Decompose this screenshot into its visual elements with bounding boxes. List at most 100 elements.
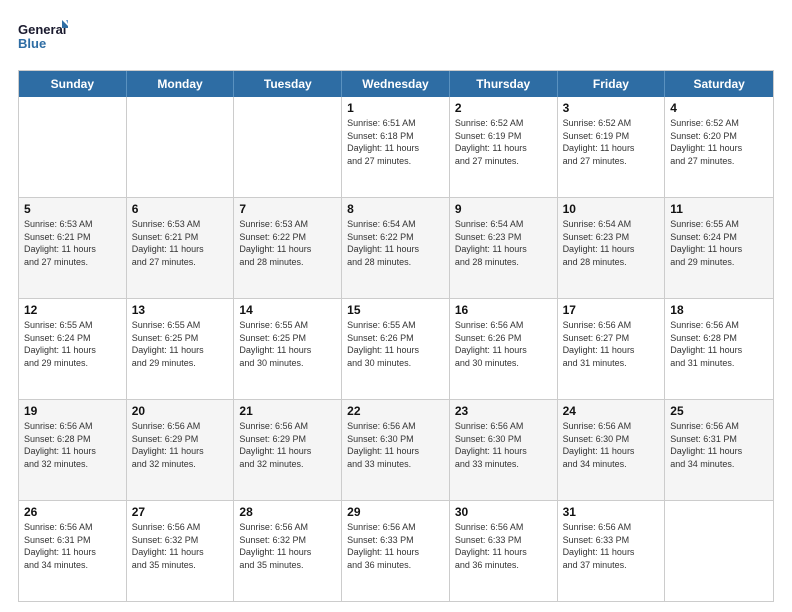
- day-number: 17: [563, 303, 660, 317]
- day-number: 23: [455, 404, 552, 418]
- cal-cell: [127, 97, 235, 197]
- day-info: Sunrise: 6:55 AM Sunset: 6:24 PM Dayligh…: [24, 319, 121, 369]
- cal-row-4: 26 Sunrise: 6:56 AM Sunset: 6:31 PM Dayli…: [19, 500, 773, 601]
- cal-cell: 30 Sunrise: 6:56 AM Sunset: 6:33 PM Dayli…: [450, 501, 558, 601]
- day-info: Sunrise: 6:53 AM Sunset: 6:21 PM Dayligh…: [24, 218, 121, 268]
- cal-row-2: 12Sunrise: 6:55 AM Sunset: 6:24 PM Dayli…: [19, 298, 773, 399]
- day-number: 3: [563, 101, 660, 115]
- cal-cell: 27Sunrise: 6:56 AM Sunset: 6:32 PM Dayli…: [127, 501, 235, 601]
- header-day-friday: Friday: [558, 71, 666, 97]
- cal-cell: 20 Sunrise: 6:56 AM Sunset: 6:29 PM Dayli…: [127, 400, 235, 500]
- svg-text:Blue: Blue: [18, 36, 46, 51]
- cal-cell: 5Sunrise: 6:53 AM Sunset: 6:21 PM Daylig…: [19, 198, 127, 298]
- cal-cell: 19Sunrise: 6:56 AM Sunset: 6:28 PM Dayli…: [19, 400, 127, 500]
- day-number: 29: [347, 505, 444, 519]
- day-number: 31: [563, 505, 660, 519]
- calendar-header: SundayMondayTuesdayWednesdayThursdayFrid…: [19, 71, 773, 97]
- cal-cell: 9 Sunrise: 6:54 AM Sunset: 6:23 PM Daylig…: [450, 198, 558, 298]
- day-info: Sunrise: 6:56 AM Sunset: 6:26 PM Dayligh…: [455, 319, 552, 369]
- day-number: 30: [455, 505, 552, 519]
- day-info: Sunrise: 6:56 AM Sunset: 6:27 PM Dayligh…: [563, 319, 660, 369]
- day-info: Sunrise: 6:56 AM Sunset: 6:33 PM Dayligh…: [563, 521, 660, 571]
- day-info: Sunrise: 6:53 AM Sunset: 6:22 PM Dayligh…: [239, 218, 336, 268]
- day-number: 15: [347, 303, 444, 317]
- day-info: Sunrise: 6:56 AM Sunset: 6:31 PM Dayligh…: [24, 521, 121, 571]
- cal-cell: 12Sunrise: 6:55 AM Sunset: 6:24 PM Dayli…: [19, 299, 127, 399]
- cal-cell: 8 Sunrise: 6:54 AM Sunset: 6:22 PM Daylig…: [342, 198, 450, 298]
- day-info: Sunrise: 6:56 AM Sunset: 6:33 PM Dayligh…: [347, 521, 444, 571]
- logo: General Blue: [18, 18, 68, 60]
- cal-cell: [234, 97, 342, 197]
- cal-row-0: 1Sunrise: 6:51 AM Sunset: 6:18 PM Daylig…: [19, 97, 773, 197]
- cal-cell: 3 Sunrise: 6:52 AM Sunset: 6:19 PM Daylig…: [558, 97, 666, 197]
- cal-cell: 13 Sunrise: 6:55 AM Sunset: 6:25 PM Dayli…: [127, 299, 235, 399]
- cal-cell: 22 Sunrise: 6:56 AM Sunset: 6:30 PM Dayli…: [342, 400, 450, 500]
- cal-cell: 15 Sunrise: 6:55 AM Sunset: 6:26 PM Dayli…: [342, 299, 450, 399]
- day-number: 26: [24, 505, 121, 519]
- day-info: Sunrise: 6:55 AM Sunset: 6:26 PM Dayligh…: [347, 319, 444, 369]
- day-number: 28: [239, 505, 336, 519]
- calendar: SundayMondayTuesdayWednesdayThursdayFrid…: [18, 70, 774, 602]
- day-info: Sunrise: 6:56 AM Sunset: 6:28 PM Dayligh…: [670, 319, 768, 369]
- day-number: 13: [132, 303, 229, 317]
- cal-cell: 18 Sunrise: 6:56 AM Sunset: 6:28 PM Dayli…: [665, 299, 773, 399]
- day-info: Sunrise: 6:56 AM Sunset: 6:30 PM Dayligh…: [455, 420, 552, 470]
- day-info: Sunrise: 6:54 AM Sunset: 6:22 PM Dayligh…: [347, 218, 444, 268]
- day-number: 7: [239, 202, 336, 216]
- day-info: Sunrise: 6:51 AM Sunset: 6:18 PM Dayligh…: [347, 117, 444, 167]
- day-number: 14: [239, 303, 336, 317]
- cal-cell: 10 Sunrise: 6:54 AM Sunset: 6:23 PM Dayli…: [558, 198, 666, 298]
- day-info: Sunrise: 6:54 AM Sunset: 6:23 PM Dayligh…: [563, 218, 660, 268]
- cal-row-3: 19Sunrise: 6:56 AM Sunset: 6:28 PM Dayli…: [19, 399, 773, 500]
- day-info: Sunrise: 6:52 AM Sunset: 6:19 PM Dayligh…: [563, 117, 660, 167]
- day-number: 21: [239, 404, 336, 418]
- day-info: Sunrise: 6:56 AM Sunset: 6:30 PM Dayligh…: [347, 420, 444, 470]
- day-info: Sunrise: 6:56 AM Sunset: 6:29 PM Dayligh…: [239, 420, 336, 470]
- day-number: 24: [563, 404, 660, 418]
- day-info: Sunrise: 6:56 AM Sunset: 6:33 PM Dayligh…: [455, 521, 552, 571]
- cal-cell: 28 Sunrise: 6:56 AM Sunset: 6:32 PM Dayli…: [234, 501, 342, 601]
- day-info: Sunrise: 6:54 AM Sunset: 6:23 PM Dayligh…: [455, 218, 552, 268]
- header-day-wednesday: Wednesday: [342, 71, 450, 97]
- day-number: 11: [670, 202, 768, 216]
- cal-cell: 7 Sunrise: 6:53 AM Sunset: 6:22 PM Daylig…: [234, 198, 342, 298]
- day-info: Sunrise: 6:56 AM Sunset: 6:28 PM Dayligh…: [24, 420, 121, 470]
- day-info: Sunrise: 6:52 AM Sunset: 6:19 PM Dayligh…: [455, 117, 552, 167]
- header: General Blue: [18, 18, 774, 60]
- day-number: 18: [670, 303, 768, 317]
- day-info: Sunrise: 6:55 AM Sunset: 6:25 PM Dayligh…: [132, 319, 229, 369]
- cal-row-1: 5Sunrise: 6:53 AM Sunset: 6:21 PM Daylig…: [19, 197, 773, 298]
- day-number: 20: [132, 404, 229, 418]
- logo-svg: General Blue: [18, 18, 68, 60]
- day-number: 10: [563, 202, 660, 216]
- day-number: 22: [347, 404, 444, 418]
- cal-cell: 4Sunrise: 6:52 AM Sunset: 6:20 PM Daylig…: [665, 97, 773, 197]
- header-day-saturday: Saturday: [665, 71, 773, 97]
- cal-cell: 11 Sunrise: 6:55 AM Sunset: 6:24 PM Dayli…: [665, 198, 773, 298]
- cal-cell: 14 Sunrise: 6:55 AM Sunset: 6:25 PM Dayli…: [234, 299, 342, 399]
- cal-cell: 25Sunrise: 6:56 AM Sunset: 6:31 PM Dayli…: [665, 400, 773, 500]
- day-number: 6: [132, 202, 229, 216]
- day-info: Sunrise: 6:56 AM Sunset: 6:30 PM Dayligh…: [563, 420, 660, 470]
- day-info: Sunrise: 6:55 AM Sunset: 6:25 PM Dayligh…: [239, 319, 336, 369]
- header-day-monday: Monday: [127, 71, 235, 97]
- day-number: 16: [455, 303, 552, 317]
- page: General Blue SundayMondayTuesdayWednesda…: [0, 0, 792, 612]
- cal-cell: 1Sunrise: 6:51 AM Sunset: 6:18 PM Daylig…: [342, 97, 450, 197]
- day-number: 9: [455, 202, 552, 216]
- cal-cell: 21 Sunrise: 6:56 AM Sunset: 6:29 PM Dayli…: [234, 400, 342, 500]
- calendar-body: 1Sunrise: 6:51 AM Sunset: 6:18 PM Daylig…: [19, 97, 773, 601]
- cal-cell: 31 Sunrise: 6:56 AM Sunset: 6:33 PM Dayli…: [558, 501, 666, 601]
- day-number: 8: [347, 202, 444, 216]
- day-info: Sunrise: 6:56 AM Sunset: 6:32 PM Dayligh…: [239, 521, 336, 571]
- cal-cell: 17 Sunrise: 6:56 AM Sunset: 6:27 PM Dayli…: [558, 299, 666, 399]
- cal-cell: 24 Sunrise: 6:56 AM Sunset: 6:30 PM Dayli…: [558, 400, 666, 500]
- svg-text:General: General: [18, 22, 66, 37]
- header-day-sunday: Sunday: [19, 71, 127, 97]
- day-info: Sunrise: 6:56 AM Sunset: 6:32 PM Dayligh…: [132, 521, 229, 571]
- day-info: Sunrise: 6:56 AM Sunset: 6:29 PM Dayligh…: [132, 420, 229, 470]
- day-info: Sunrise: 6:53 AM Sunset: 6:21 PM Dayligh…: [132, 218, 229, 268]
- cal-cell: 2Sunrise: 6:52 AM Sunset: 6:19 PM Daylig…: [450, 97, 558, 197]
- cal-cell: [665, 501, 773, 601]
- day-info: Sunrise: 6:55 AM Sunset: 6:24 PM Dayligh…: [670, 218, 768, 268]
